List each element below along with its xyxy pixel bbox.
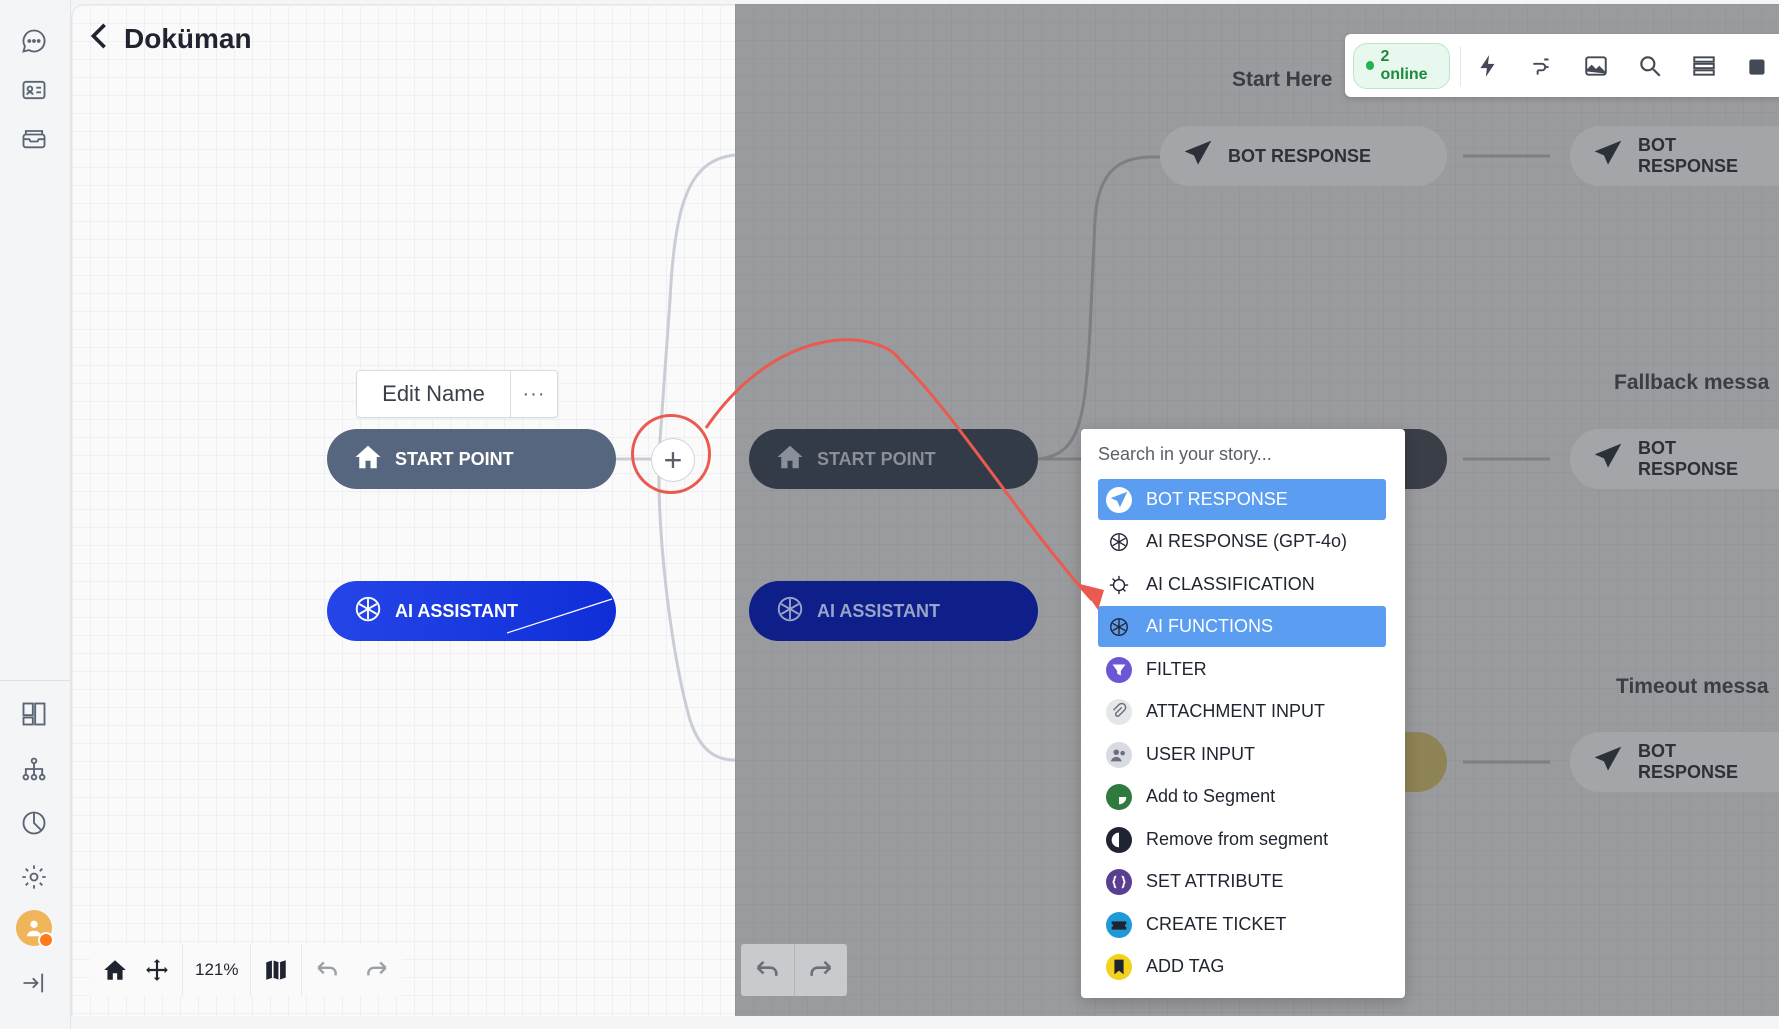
annotation-arrow xyxy=(704,338,1104,610)
zoom-level[interactable]: 121% xyxy=(183,944,252,996)
redo-icon[interactable] xyxy=(352,944,402,996)
undo-icon[interactable] xyxy=(302,944,352,996)
move-icon[interactable] xyxy=(132,944,183,996)
canvas-controls: 121% xyxy=(90,944,403,996)
home-icon[interactable] xyxy=(90,944,132,996)
map-icon[interactable] xyxy=(251,944,303,996)
undo-icon xyxy=(741,944,795,996)
redo-icon xyxy=(795,944,848,996)
bottom-strip xyxy=(71,1016,1779,1029)
overlay-undo-redo xyxy=(741,944,847,996)
